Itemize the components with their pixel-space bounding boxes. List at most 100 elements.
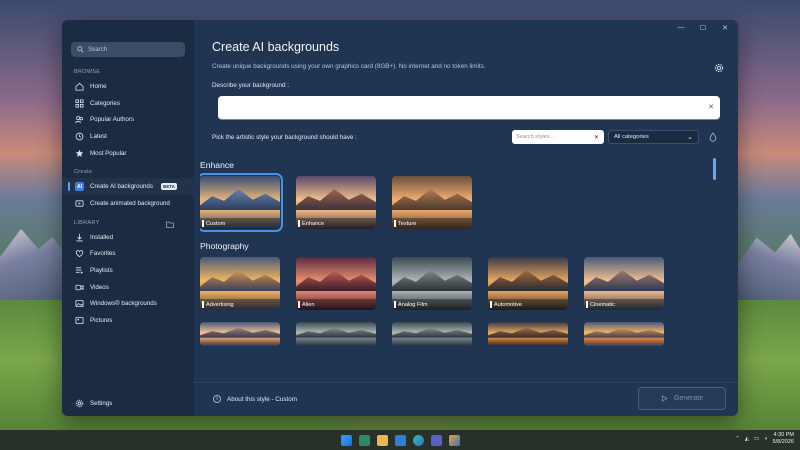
style-gallery: Enhance Custom Enhance Texture Photography Ad… bbox=[200, 160, 702, 360]
library-section-label: LIBRARY bbox=[74, 219, 100, 226]
clock[interactable]: 4:30 PM 5/8/2026 bbox=[773, 432, 794, 446]
water-drop-icon[interactable] bbox=[709, 132, 717, 142]
search-placeholder: Search bbox=[88, 46, 108, 53]
chevron-up-icon[interactable]: ⌃ bbox=[735, 436, 740, 442]
tile-row-partial bbox=[200, 322, 702, 346]
style-search-input[interactable]: Search styles... ✕ bbox=[512, 130, 604, 144]
style-tile-more-3[interactable] bbox=[488, 322, 568, 346]
sidebar-item-label: Home bbox=[90, 82, 107, 90]
tile-label: Advertising bbox=[200, 299, 280, 310]
tile-label: Texture bbox=[392, 218, 472, 229]
style-tile-texture[interactable]: Texture bbox=[392, 176, 472, 229]
beta-badge: BETA bbox=[160, 183, 177, 191]
sidebar-item-installed[interactable]: Installed bbox=[62, 229, 194, 246]
network-icon[interactable]: ◭ bbox=[745, 436, 749, 442]
style-tile-more-2[interactable] bbox=[392, 322, 472, 346]
style-tile-analog-film[interactable]: Analog Film bbox=[392, 257, 472, 310]
maximize-button[interactable]: ☐ bbox=[698, 24, 708, 32]
sidebar-item-favorites[interactable]: Favorites bbox=[62, 246, 194, 263]
browse-section-label: BROWSE bbox=[74, 69, 101, 75]
category-selected: All categories bbox=[614, 134, 649, 140]
settings-gear-icon[interactable] bbox=[714, 63, 724, 73]
sidebar-item-pictures[interactable]: Pictures bbox=[62, 312, 194, 329]
sidebar-item-videos[interactable]: Videos bbox=[62, 279, 194, 296]
sidebar-item-label: Pictures bbox=[90, 317, 113, 325]
app-window: Search BROWSE Home Categories Popular Auth… bbox=[62, 20, 738, 416]
clock-date: 5/8/2026 bbox=[772, 439, 794, 445]
sidebar-item-label: Installed bbox=[90, 233, 114, 241]
display-icon[interactable]: ▭ bbox=[754, 436, 759, 442]
style-tile-enhance[interactable]: Enhance bbox=[296, 176, 376, 229]
sidebar-item-label: Favorites bbox=[90, 250, 116, 258]
bottom-bar: i About this style - Custom Generate bbox=[194, 382, 738, 416]
style-tile-more-1[interactable] bbox=[296, 322, 376, 346]
clock-time: 4:30 PM bbox=[773, 432, 794, 438]
describe-label: Describe your background : bbox=[212, 82, 290, 89]
tile-label: Enhance bbox=[296, 218, 376, 229]
teams-icon[interactable] bbox=[430, 434, 442, 446]
sidebar-item-latest[interactable]: Latest bbox=[62, 128, 194, 145]
folder-icon[interactable] bbox=[166, 221, 174, 228]
about-style-link[interactable]: i About this style - Custom bbox=[213, 395, 297, 403]
gear-icon bbox=[75, 399, 84, 408]
generate-label: Generate bbox=[673, 395, 704, 402]
sidebar-item-popular-authors[interactable]: Popular Authors bbox=[62, 111, 194, 128]
edge-icon[interactable] bbox=[412, 434, 424, 446]
style-tile-more-0[interactable] bbox=[200, 322, 280, 346]
sidebar-item-most-popular[interactable]: Most Popular bbox=[62, 145, 194, 162]
sidebar-item-label: Most Popular bbox=[90, 149, 127, 157]
tile-row: Custom Enhance Texture bbox=[200, 173, 702, 232]
window-controls: — ☐ ✕ bbox=[676, 24, 730, 32]
sidebar-search-input[interactable]: Search bbox=[71, 42, 185, 57]
download-icon bbox=[75, 233, 84, 242]
describe-input[interactable]: ✕ bbox=[218, 96, 720, 120]
tile-label: Custom bbox=[200, 218, 280, 229]
clear-search-icon[interactable]: ✕ bbox=[594, 134, 599, 141]
minimize-button[interactable]: — bbox=[676, 24, 686, 32]
wallpaper-mountain-left bbox=[0, 229, 70, 305]
page-title: Create AI backgrounds bbox=[212, 40, 340, 54]
ai-icon: AI bbox=[75, 182, 84, 192]
sidebar-item-playlists[interactable]: Playlists bbox=[62, 262, 194, 279]
volume-icon[interactable]: ◖ bbox=[764, 436, 767, 442]
style-tile-cinematic[interactable]: Cinematic bbox=[584, 257, 664, 310]
tile-label: Automotive bbox=[488, 299, 568, 310]
close-button[interactable]: ✕ bbox=[720, 24, 730, 32]
style-tile-automotive[interactable]: Automotive bbox=[488, 257, 568, 310]
wallpaper-mountain-right bbox=[738, 233, 800, 305]
chevron-down-icon: ⌄ bbox=[687, 134, 693, 141]
video-icon bbox=[75, 283, 84, 292]
clock-icon bbox=[75, 132, 84, 141]
image-icon bbox=[75, 299, 84, 308]
start-icon[interactable] bbox=[340, 434, 352, 446]
category-dropdown[interactable]: All categories ⌄ bbox=[608, 130, 699, 144]
animated-icon bbox=[75, 199, 84, 208]
create-section-label: Create bbox=[74, 169, 93, 176]
sidebar-item-windows-backgrounds[interactable]: Windows® backgrounds bbox=[62, 296, 194, 313]
mail-icon[interactable] bbox=[394, 434, 406, 446]
search-icon bbox=[77, 46, 84, 53]
sidebar-item-settings[interactable]: Settings bbox=[62, 395, 194, 412]
pick-style-label: Pick the artistic style your background … bbox=[212, 134, 357, 141]
sidebar-item-categories[interactable]: Categories bbox=[62, 95, 194, 112]
home-icon bbox=[75, 82, 84, 91]
file-explorer-icon[interactable] bbox=[376, 434, 388, 446]
heart-icon bbox=[75, 249, 84, 258]
generate-button[interactable]: Generate bbox=[638, 387, 726, 410]
wallpaper-app-icon[interactable] bbox=[448, 434, 460, 446]
widgets-icon[interactable] bbox=[358, 434, 370, 446]
gallery-scrollbar[interactable] bbox=[713, 158, 716, 180]
sidebar-item-home[interactable]: Home bbox=[62, 78, 194, 95]
style-tile-custom[interactable]: Custom bbox=[200, 173, 283, 232]
style-search-placeholder: Search styles... bbox=[516, 134, 555, 140]
sidebar-item-create-ai-backgrounds[interactable]: AI Create AI backgrounds BETA bbox=[62, 178, 194, 196]
sidebar-item-create-animated-background[interactable]: Create animated background bbox=[62, 195, 194, 212]
style-tile-alien[interactable]: Alien bbox=[296, 257, 376, 310]
play-icon bbox=[661, 395, 668, 402]
style-tile-advertising[interactable]: Advertising bbox=[200, 257, 280, 310]
star-icon bbox=[75, 149, 84, 158]
clear-input-icon[interactable]: ✕ bbox=[708, 103, 714, 111]
style-tile-more-4[interactable] bbox=[584, 322, 664, 346]
page-subtitle: Create unique backgrounds using your own… bbox=[212, 63, 486, 70]
sidebar-item-label: Latest bbox=[90, 132, 107, 140]
